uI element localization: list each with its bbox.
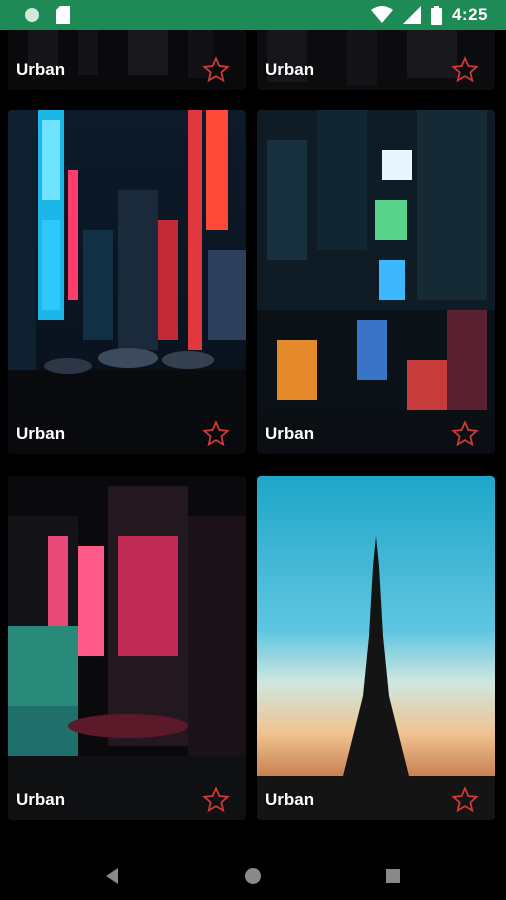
sd-card-icon bbox=[56, 6, 70, 24]
card-title: Urban bbox=[16, 790, 66, 809]
wallpaper-grid: Urban Urban Urban Urban Urban Urban bbox=[0, 30, 506, 852]
star-outline-icon[interactable] bbox=[202, 56, 230, 84]
wallpaper-card[interactable]: Urban bbox=[257, 30, 495, 90]
clock: 4:25 bbox=[451, 5, 488, 24]
wifi-icon bbox=[370, 6, 393, 23]
signal-icon bbox=[402, 6, 421, 24]
card-title: Urban bbox=[265, 424, 315, 443]
system-navigation-bar bbox=[0, 852, 506, 900]
wallpaper-thumbnail bbox=[257, 476, 495, 820]
wallpaper-card[interactable]: Urban bbox=[257, 476, 495, 820]
back-icon[interactable] bbox=[100, 864, 124, 888]
card-title: Urban bbox=[265, 790, 315, 809]
status-bar: 4:25 bbox=[0, 0, 506, 30]
home-icon[interactable] bbox=[241, 864, 265, 888]
status-circle-icon bbox=[25, 8, 39, 22]
card-title: Urban bbox=[16, 60, 66, 79]
star-outline-icon[interactable] bbox=[451, 786, 479, 814]
card-title: Urban bbox=[265, 60, 315, 79]
star-outline-icon[interactable] bbox=[451, 56, 479, 84]
wallpaper-thumbnail bbox=[8, 110, 246, 454]
card-title: Urban bbox=[16, 424, 66, 443]
wallpaper-card[interactable]: Urban bbox=[257, 110, 495, 454]
battery-icon bbox=[430, 5, 442, 25]
wallpaper-thumbnail bbox=[8, 476, 246, 820]
star-outline-icon[interactable] bbox=[202, 786, 230, 814]
wallpaper-card[interactable]: Urban bbox=[8, 476, 246, 820]
star-outline-icon[interactable] bbox=[451, 420, 479, 448]
wallpaper-card[interactable]: Urban bbox=[8, 110, 246, 454]
wallpaper-card[interactable]: Urban bbox=[8, 30, 246, 90]
star-outline-icon[interactable] bbox=[202, 420, 230, 448]
wallpaper-thumbnail bbox=[257, 110, 495, 454]
recents-icon[interactable] bbox=[381, 864, 405, 888]
